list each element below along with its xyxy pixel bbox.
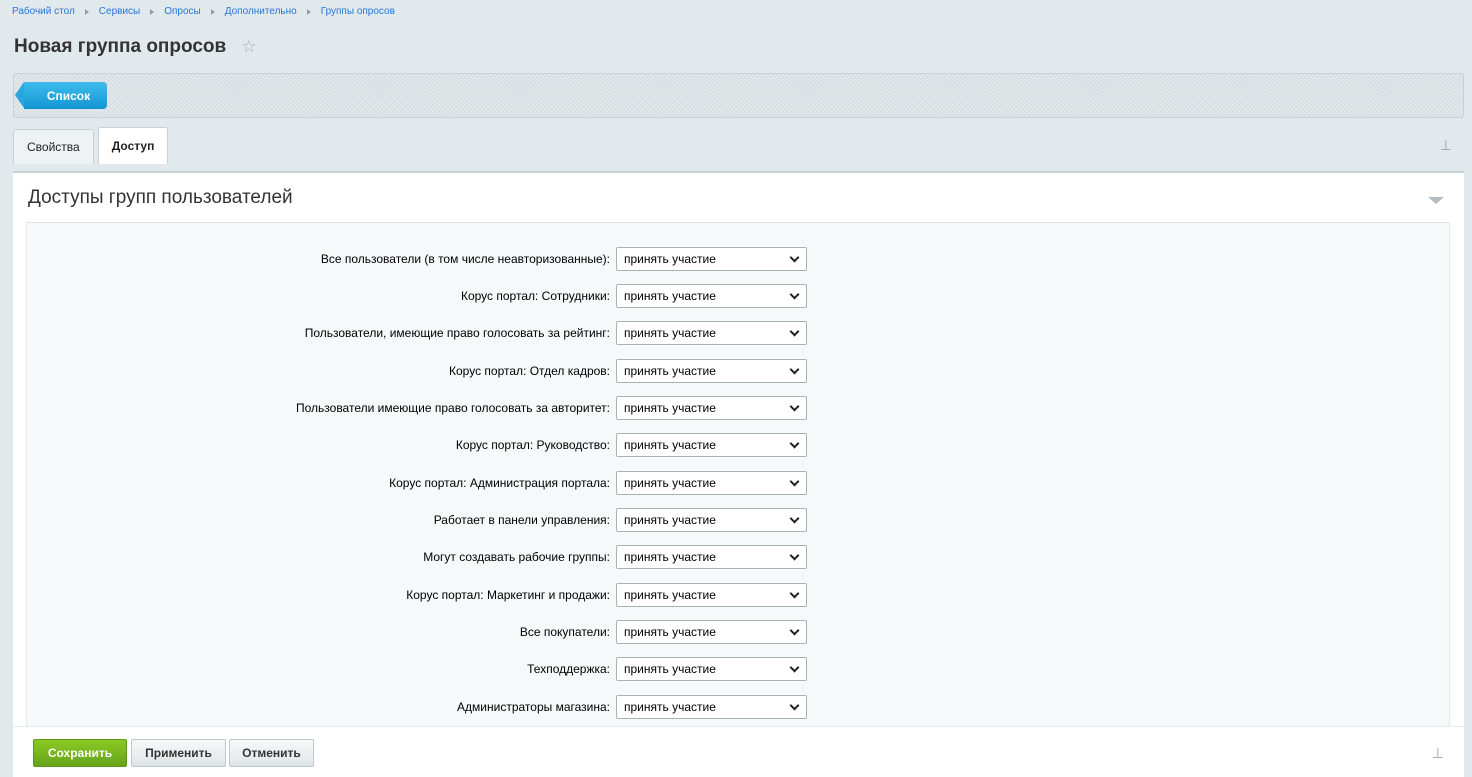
row-label: Корус портал: Отдел кадров: <box>449 364 610 378</box>
row-label: Корус портал: Маркетинг и продажи: <box>406 588 610 602</box>
access-row: Корус портал: Отдел кадров: принять учас… <box>27 359 807 383</box>
row-label: Корус портал: Администрация портала: <box>389 476 610 490</box>
breadcrumb-item-desktop[interactable]: Рабочий стол <box>12 6 75 17</box>
access-select[interactable]: принять участие <box>616 396 807 420</box>
row-label: Пользователи имеющие право голосовать за… <box>295 401 610 415</box>
select-value: принять участие <box>624 588 716 602</box>
select-value: принять участие <box>624 476 716 490</box>
chevron-down-icon <box>789 476 800 486</box>
row-label: Техподдержка: <box>527 662 610 676</box>
breadcrumb-separator-icon <box>210 8 215 15</box>
chevron-down-icon <box>789 662 800 672</box>
access-select[interactable]: принять участие <box>616 433 807 457</box>
breadcrumb-separator-icon <box>306 8 311 15</box>
access-select[interactable]: принять участие <box>616 545 807 569</box>
select-value: принять участие <box>624 550 716 564</box>
row-label: Все пользователи (в том числе неавторизо… <box>320 252 610 266</box>
pin-icon[interactable]: ⊥ <box>1432 745 1444 762</box>
access-select[interactable]: принять участие <box>616 247 807 271</box>
tab-access[interactable]: Доступ <box>97 127 169 164</box>
access-select[interactable]: принять участие <box>616 583 807 607</box>
form-footer: Сохранить Применить Отменить ⊥ <box>13 726 1464 777</box>
chevron-down-icon <box>789 289 800 299</box>
chevron-down-icon <box>789 588 800 598</box>
chevron-down-icon <box>789 364 800 374</box>
row-label: Администраторы магазина: <box>457 700 610 714</box>
select-value: принять участие <box>624 401 716 415</box>
select-value: принять участие <box>624 662 716 676</box>
access-row: Все покупатели: принять участие <box>27 620 807 644</box>
save-button[interactable]: Сохранить <box>33 739 127 767</box>
row-label: Все покупатели: <box>519 625 610 639</box>
star-icon[interactable]: ☆ <box>241 37 256 57</box>
access-select[interactable]: принять участие <box>616 620 807 644</box>
list-button[interactable]: Список <box>15 82 107 109</box>
select-value: принять участие <box>624 438 716 452</box>
panel-body: Все пользователи (в том числе неавторизо… <box>26 222 1450 728</box>
breadcrumb-item-poll-groups[interactable]: Группы опросов <box>321 6 395 17</box>
access-row: Администраторы магазина: принять участие <box>27 695 807 719</box>
row-label: Могут создавать рабочие группы: <box>423 550 610 564</box>
select-value: принять участие <box>624 364 716 378</box>
toolbar: Список <box>13 73 1464 118</box>
collapse-icon[interactable] <box>1428 197 1444 204</box>
chevron-down-icon <box>789 326 800 336</box>
row-label: Корус портал: Руководство: <box>455 438 610 452</box>
breadcrumb: Рабочий стол Сервисы Опросы Дополнительн… <box>12 6 395 17</box>
row-label: Работает в панели управления: <box>433 513 610 527</box>
access-row: Корус портал: Маркетинг и продажи: приня… <box>27 583 807 607</box>
row-label: Пользователи, имеющие право голосовать з… <box>304 326 610 340</box>
pin-icon[interactable]: ⊥ <box>1440 137 1452 154</box>
access-panel: Доступы групп пользователей Все пользова… <box>13 171 1464 728</box>
tab-properties[interactable]: Свойства <box>13 129 94 164</box>
breadcrumb-separator-icon <box>150 8 155 15</box>
access-select[interactable]: принять участие <box>616 471 807 495</box>
access-row: Все пользователи (в том числе неавторизо… <box>27 247 807 271</box>
chevron-down-icon <box>789 550 800 560</box>
access-row: Пользователи имеющие право голосовать за… <box>27 396 807 420</box>
chevron-down-icon <box>789 625 800 635</box>
panel-title: Доступы групп пользователей <box>28 187 293 208</box>
access-select[interactable]: принять участие <box>616 321 807 345</box>
access-row: Работает в панели управления: принять уч… <box>27 508 807 532</box>
access-row: Могут создавать рабочие группы: принять … <box>27 545 807 569</box>
access-select[interactable]: принять участие <box>616 284 807 308</box>
chevron-down-icon <box>789 438 800 448</box>
chevron-down-icon <box>789 401 800 411</box>
breadcrumb-item-services[interactable]: Сервисы <box>99 6 140 17</box>
access-row: Корус портал: Сотрудники: принять участи… <box>27 284 807 308</box>
apply-button[interactable]: Применить <box>131 739 226 767</box>
select-value: принять участие <box>624 625 716 639</box>
chevron-down-icon <box>789 513 800 523</box>
access-row: Техподдержка: принять участие <box>27 657 807 681</box>
breadcrumb-separator-icon <box>84 8 89 15</box>
access-row: Корус портал: Руководство: принять участ… <box>27 433 807 457</box>
breadcrumb-item-polls[interactable]: Опросы <box>164 6 201 17</box>
row-label: Корус портал: Сотрудники: <box>460 289 610 303</box>
access-select[interactable]: принять участие <box>616 695 807 719</box>
access-select[interactable]: принять участие <box>616 359 807 383</box>
breadcrumb-item-additional[interactable]: Дополнительно <box>225 6 297 17</box>
access-select[interactable]: принять участие <box>616 657 807 681</box>
select-value: принять участие <box>624 252 716 266</box>
access-row: Пользователи, имеющие право голосовать з… <box>27 321 807 345</box>
access-row: Корус портал: Администрация портала: при… <box>27 471 807 495</box>
select-value: принять участие <box>624 513 716 527</box>
select-value: принять участие <box>624 289 716 303</box>
select-value: принять участие <box>624 326 716 340</box>
chevron-down-icon <box>789 252 800 262</box>
chevron-down-icon <box>789 700 800 710</box>
page-title: Новая группа опросов ☆ <box>14 36 256 58</box>
select-value: принять участие <box>624 700 716 714</box>
page-title-text: Новая группа опросов <box>14 36 227 57</box>
tab-bar: Свойства Доступ <box>13 127 172 164</box>
access-select[interactable]: принять участие <box>616 508 807 532</box>
cancel-button[interactable]: Отменить <box>229 739 314 767</box>
